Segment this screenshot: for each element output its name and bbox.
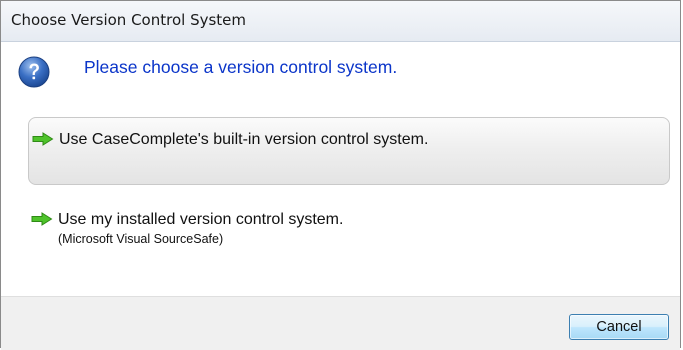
green-arrow-icon (31, 212, 53, 226)
option-installed-version-control[interactable]: Use my installed version control system.… (28, 208, 670, 268)
option-installed-label: Use my installed version control system. (58, 211, 344, 228)
page-heading: Please choose a version control system. (84, 57, 398, 77)
option-installed-sublabel: (Microsoft Visual SourceSafe) (58, 232, 224, 246)
button-bar: Cancel (1, 296, 680, 350)
dialog-content: Please choose a version control system. … (1, 42, 680, 296)
question-icon (18, 56, 50, 88)
green-arrow-icon (32, 132, 54, 146)
window-title: Choose Version Control System (11, 11, 246, 29)
option-builtin-label: Use CaseComplete's built-in version cont… (59, 131, 429, 148)
title-bar[interactable]: Choose Version Control System (1, 1, 680, 42)
cancel-button[interactable]: Cancel (569, 314, 669, 340)
option-builtin-version-control[interactable]: Use CaseComplete's built-in version cont… (28, 117, 670, 185)
dialog-window: Choose Version Control System Please cho… (0, 0, 681, 350)
